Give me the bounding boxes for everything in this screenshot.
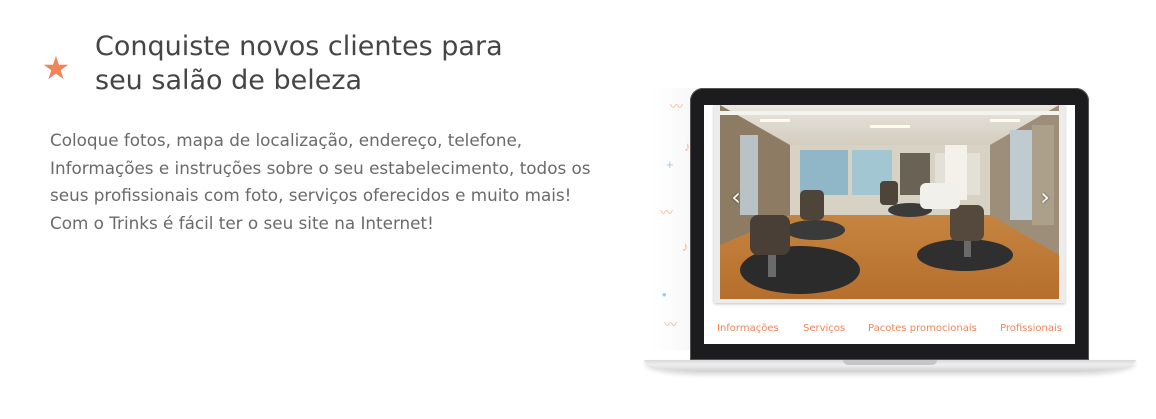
site-nav: Informações Serviços Pacotes promocionai… <box>704 321 1075 337</box>
salon-photo: ‹ › <box>720 105 1059 299</box>
section-title: Conquiste novos clientes para seu salão … <box>95 31 503 96</box>
nav-item-profissionais[interactable]: Profissionais <box>1000 321 1062 337</box>
chevron-right-icon[interactable]: › <box>1035 185 1055 209</box>
photo-carousel: ‹ › <box>714 105 1065 303</box>
nav-item-pacotes-promocionais[interactable]: Pacotes promocionais <box>868 321 977 337</box>
star-icon: ★ <box>41 50 71 86</box>
mustache-icon: 〰 <box>660 205 674 220</box>
laptop-notch <box>843 360 937 365</box>
laptop-screen: ‹ › Informações Serviços Pacotes promoci… <box>704 105 1075 344</box>
salon-interior-image <box>720 105 1059 299</box>
nav-item-informacoes[interactable]: Informações <box>717 321 779 337</box>
note-icon: ♪ <box>682 239 689 254</box>
plus-icon: + <box>666 157 674 172</box>
mustache-icon: 〰 <box>664 317 678 332</box>
dot-icon: • <box>662 287 667 302</box>
chevron-left-icon[interactable]: ‹ <box>726 185 746 209</box>
nav-item-servicos[interactable]: Serviços <box>803 321 845 337</box>
section-description: Coloque fotos, mapa de localização, ende… <box>50 130 591 233</box>
mustache-icon: 〰 <box>670 99 684 114</box>
